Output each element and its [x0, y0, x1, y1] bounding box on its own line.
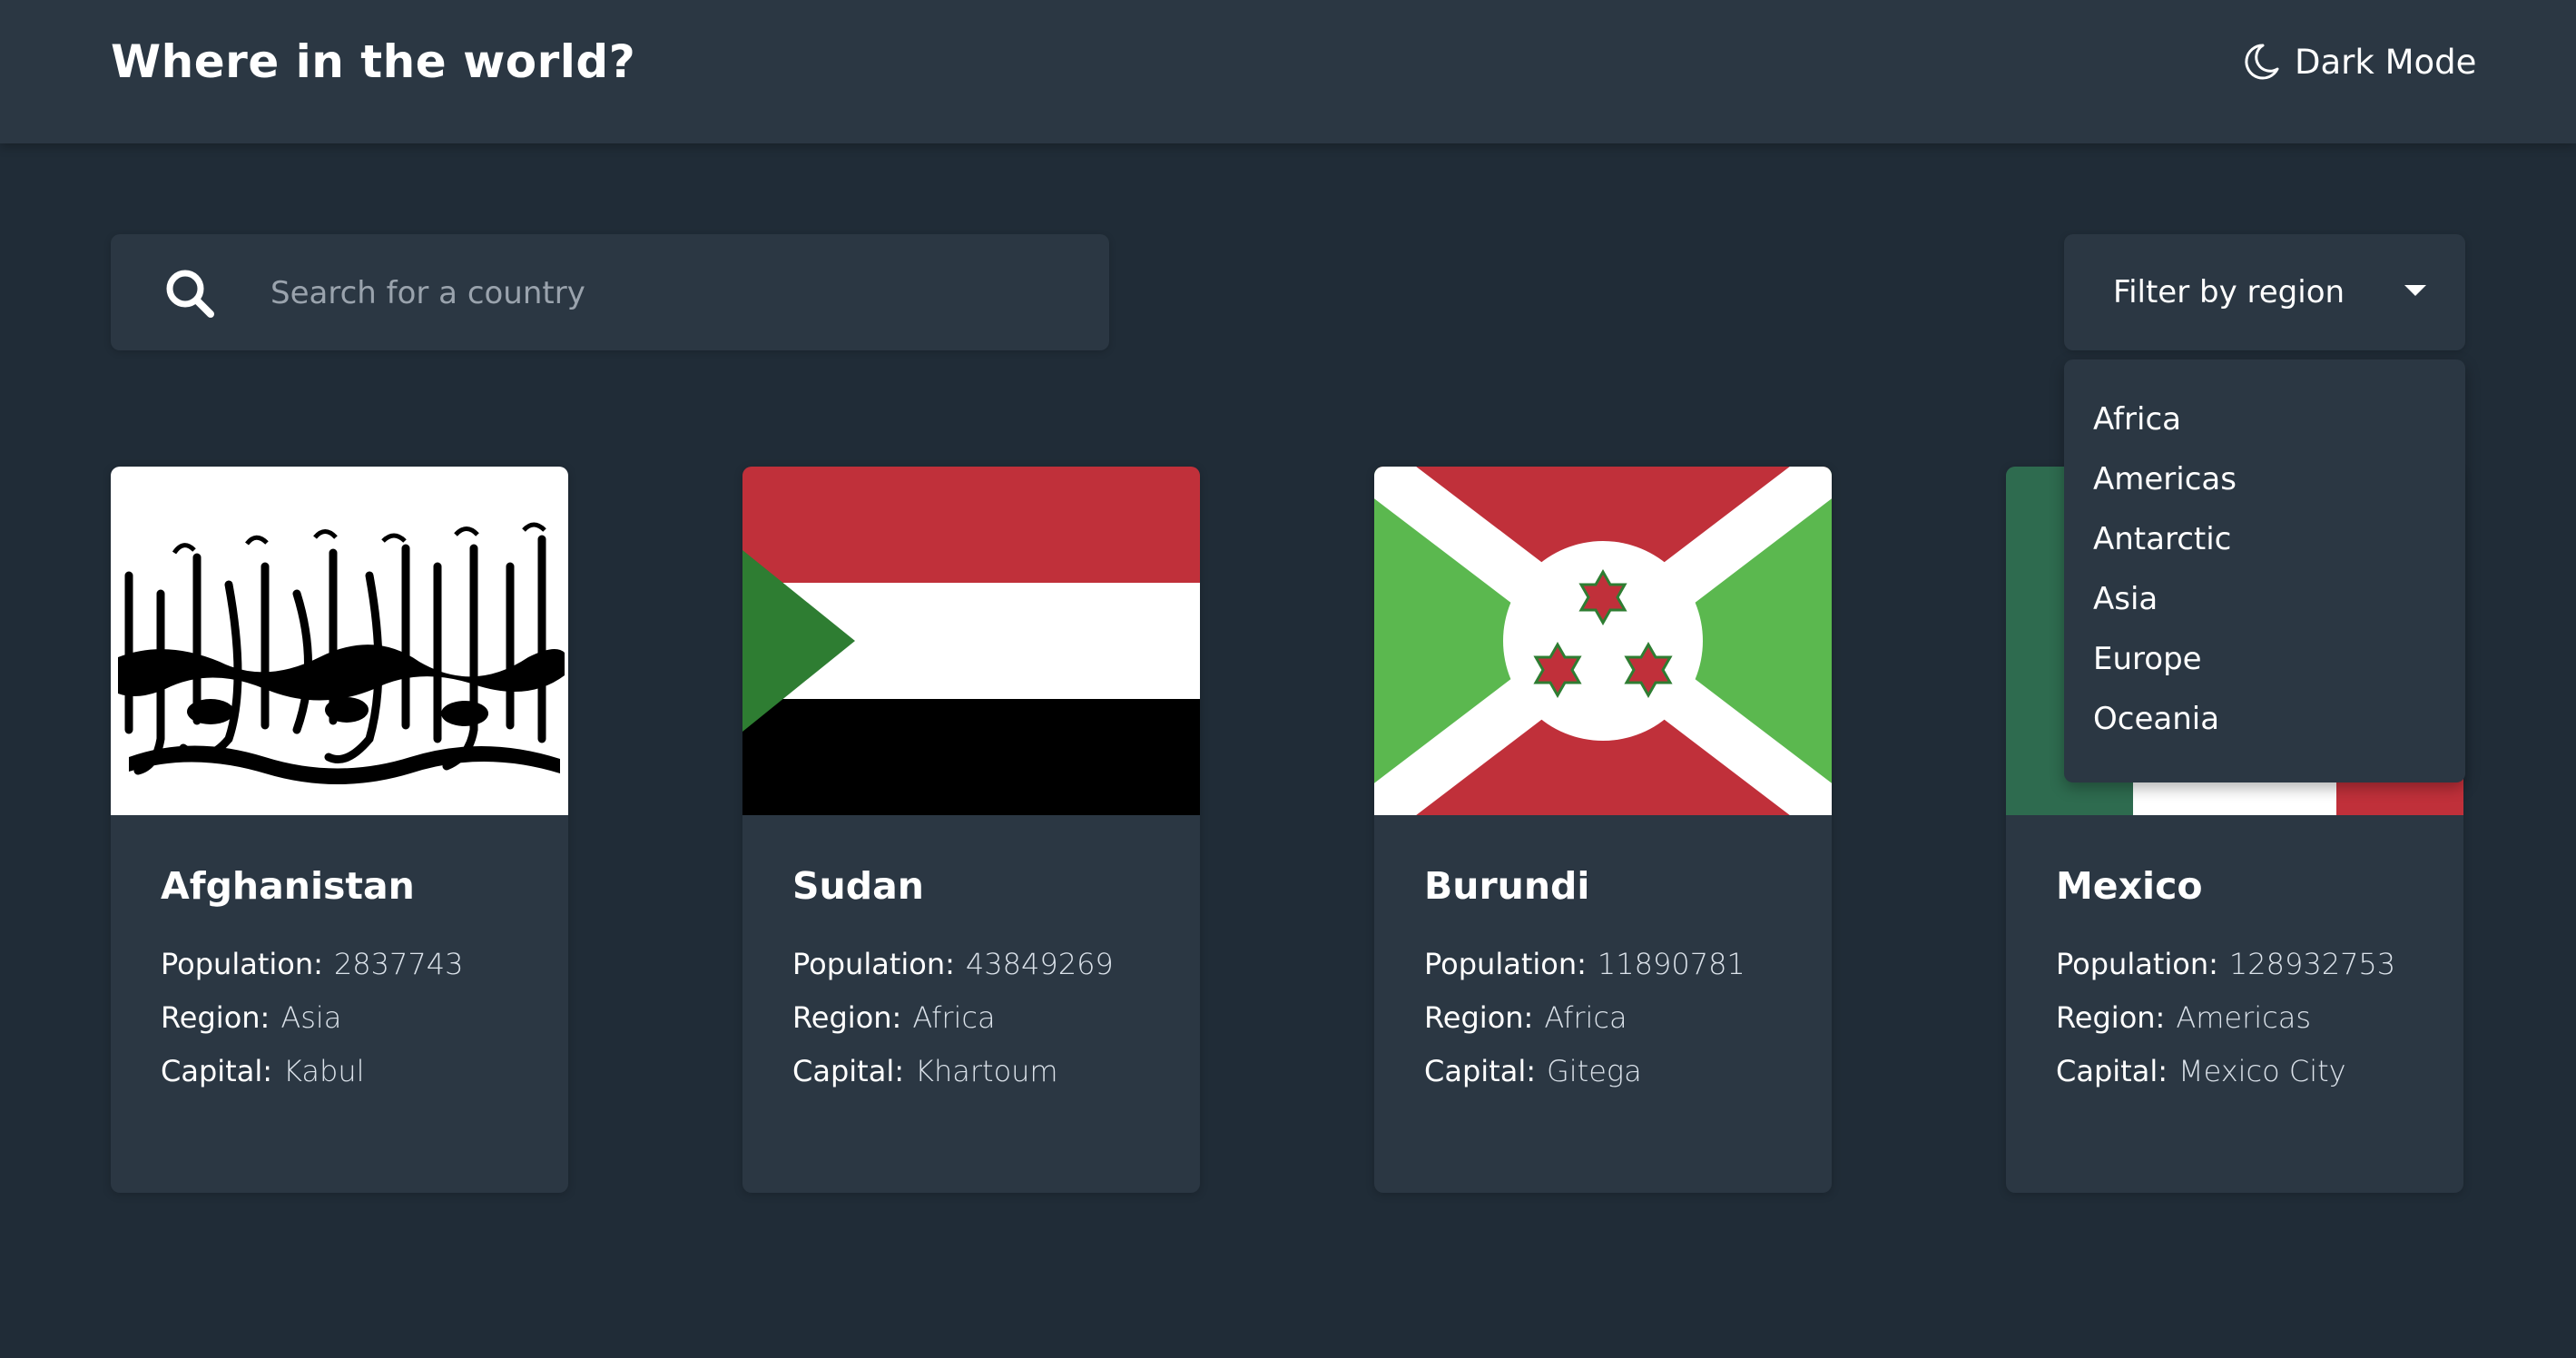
region-row: Region: Africa — [1424, 995, 1627, 1040]
region-label: Region: — [2056, 1000, 2166, 1035]
country-card-sudan[interactable]: Sudan Population: 43849269 Region: Africa … — [742, 467, 1200, 1193]
population-value: 11890781 — [1597, 947, 1745, 981]
dark-mode-label: Dark Mode — [2295, 42, 2477, 82]
region-row: Region: Asia — [161, 995, 341, 1040]
country-name: Burundi — [1424, 864, 1590, 908]
population-row: Population: 43849269 — [792, 941, 1114, 987]
capital-label: Capital: — [2056, 1054, 2168, 1088]
country-name: Mexico — [2056, 864, 2203, 908]
flag-afghanistan — [111, 467, 568, 815]
region-value: Africa — [912, 1000, 996, 1035]
capital-value: Kabul — [282, 1054, 365, 1088]
capital-label: Capital: — [161, 1054, 272, 1088]
top-header: Where in the world? Dark Mode — [0, 0, 2576, 143]
flag-burundi — [1374, 467, 1832, 815]
dark-mode-toggle[interactable]: Dark Mode — [2244, 27, 2476, 96]
region-option-europe[interactable]: Europe — [2093, 632, 2202, 686]
search-input[interactable] — [269, 234, 1071, 352]
capital-value: Gitega — [1546, 1054, 1642, 1088]
capital-row: Capital: Kabul — [161, 1048, 365, 1094]
region-option-africa[interactable]: Africa — [2093, 392, 2181, 447]
population-row: Population: 2837743 — [161, 941, 463, 987]
region-row: Region: Americas — [2056, 995, 2311, 1040]
population-label: Population: — [792, 947, 955, 981]
country-name: Afghanistan — [161, 864, 415, 908]
region-option-asia[interactable]: Asia — [2093, 572, 2158, 626]
region-option-oceania[interactable]: Oceania — [2093, 692, 2219, 746]
population-value: 2837743 — [333, 947, 464, 981]
capital-row: Capital: Khartoum — [792, 1048, 1058, 1094]
region-value: Americas — [2176, 1000, 2311, 1035]
region-row: Region: Africa — [792, 995, 996, 1040]
region-label: Region: — [1424, 1000, 1534, 1035]
population-label: Population: — [161, 947, 323, 981]
region-dropdown-menu: Africa Americas Antarctic Asia Europe Oc… — [2064, 359, 2465, 782]
country-card-afghanistan[interactable]: Afghanistan Population: 2837743 Region: As… — [111, 467, 568, 1193]
region-option-americas[interactable]: Americas — [2093, 452, 2237, 507]
population-value: 43849269 — [965, 947, 1114, 981]
capital-row: Capital: Mexico City — [2056, 1048, 2346, 1094]
region-filter-button[interactable]: Filter by region — [2064, 234, 2465, 350]
flag-sudan — [742, 467, 1200, 815]
region-value: Asia — [280, 1000, 342, 1035]
moon-icon — [2244, 42, 2280, 82]
population-row: Population: 11890781 — [1424, 941, 1745, 987]
capital-value: Mexico City — [2178, 1054, 2346, 1088]
app-title: Where in the world? — [111, 35, 636, 88]
capital-row: Capital: Gitega — [1424, 1048, 1642, 1094]
search-icon — [162, 265, 220, 327]
region-value: Africa — [1544, 1000, 1627, 1035]
capital-label: Capital: — [1424, 1054, 1536, 1088]
region-label: Region: — [161, 1000, 270, 1035]
search-box — [111, 234, 1109, 352]
caret-down-icon — [2404, 284, 2426, 301]
capital-value: Khartoum — [914, 1054, 1058, 1088]
capital-label: Capital: — [792, 1054, 904, 1088]
region-label: Region: — [792, 1000, 902, 1035]
country-card-burundi[interactable]: Burundi Population: 11890781 Region: Afric… — [1374, 467, 1832, 1193]
region-option-antarctic[interactable]: Antarctic — [2093, 512, 2231, 566]
filter-label: Filter by region — [2113, 274, 2345, 310]
population-label: Population: — [2056, 947, 2218, 981]
country-name: Sudan — [792, 864, 924, 908]
population-row: Population: 128932753 — [2056, 941, 2395, 987]
population-value: 128932753 — [2228, 947, 2396, 981]
population-label: Population: — [1424, 947, 1587, 981]
